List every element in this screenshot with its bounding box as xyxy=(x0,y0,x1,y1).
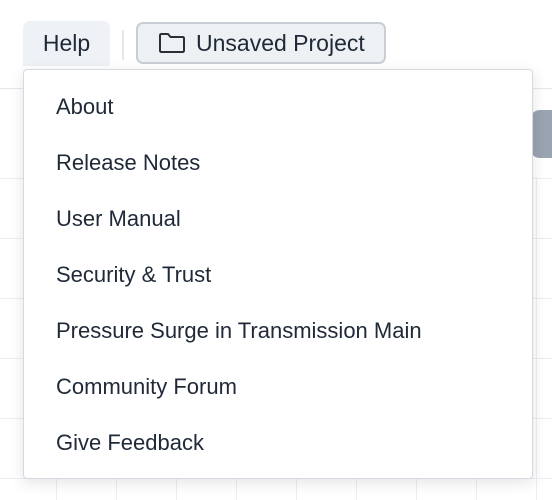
menu-item-label: Release Notes xyxy=(56,150,201,175)
menu-item-label: Give Feedback xyxy=(56,430,204,455)
help-dropdown-menu: About Release Notes User Manual Security… xyxy=(23,69,533,479)
menu-item-about[interactable]: About xyxy=(24,79,532,135)
help-menu-label: Help xyxy=(42,30,91,56)
menu-item-release-notes[interactable]: Release Notes xyxy=(24,135,532,191)
folder-icon xyxy=(158,31,186,55)
menu-item-pressure-surge-example[interactable]: Pressure Surge in Transmission Main xyxy=(24,303,532,359)
menu-item-label: User Manual xyxy=(56,206,181,231)
project-name: Unsaved Project xyxy=(196,29,365,56)
menu-item-label: Security & Trust xyxy=(56,262,212,287)
menu-item-user-manual[interactable]: User Manual xyxy=(24,191,532,247)
menu-item-community-forum[interactable]: Community Forum xyxy=(24,359,532,415)
toolbar-button[interactable] xyxy=(530,110,552,158)
menu-item-give-feedback[interactable]: Give Feedback xyxy=(24,415,532,471)
menu-item-security-trust[interactable]: Security & Trust xyxy=(24,247,532,303)
menu-item-label: Community Forum xyxy=(56,374,237,399)
menubar-divider xyxy=(122,30,124,60)
project-button[interactable]: Unsaved Project xyxy=(136,22,386,64)
menu-item-label: Pressure Surge in Transmission Main xyxy=(56,318,422,343)
menu-item-label: About xyxy=(56,94,114,119)
help-menu-button[interactable]: Help xyxy=(23,21,110,66)
